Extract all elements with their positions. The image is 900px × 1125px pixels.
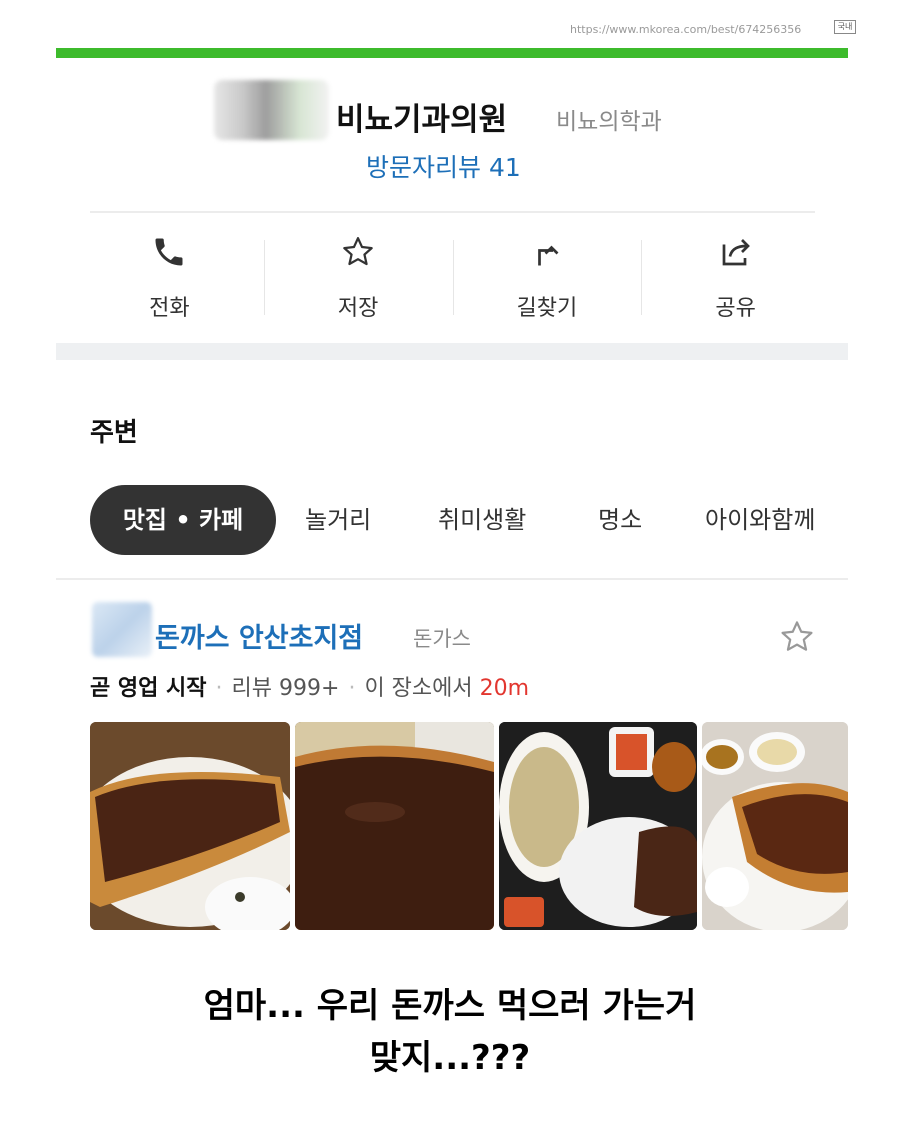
distance-value: 20m [479, 676, 530, 701]
star-icon [340, 234, 376, 274]
divider [56, 578, 848, 580]
directions-button[interactable]: 길찾기 [452, 222, 642, 332]
separator-dot: · [215, 676, 223, 701]
save-button[interactable]: 저장 [263, 222, 453, 332]
call-button[interactable]: 전화 [75, 222, 264, 332]
result-place-name[interactable]: 돈까스 안산초지점 [155, 616, 363, 655]
browser-url-bar[interactable]: https://www.mkorea.com/best/674256356 국내 [570, 18, 860, 36]
caption-line-1: 엄마... 우리 돈까스 먹으러 가는거 [203, 986, 697, 1026]
action-bar: 전화 저장 길찾기 공유 [75, 222, 830, 332]
review-count: 리뷰 999+ [231, 676, 340, 701]
chip-attractions[interactable]: 명소 [598, 485, 642, 555]
result-category: 돈가스 [413, 627, 471, 651]
extension-badge[interactable]: 국내 [834, 20, 856, 34]
nearby-title: 주변 [90, 418, 138, 448]
visitor-review-link[interactable]: 방문자리뷰 41 [366, 148, 521, 184]
photo-strip [90, 722, 848, 930]
url-text: https://www.mkorea.com/best/674256356 [570, 23, 802, 36]
food-photo[interactable] [499, 722, 697, 930]
share-button[interactable]: 공유 [641, 222, 830, 332]
food-photo[interactable] [90, 722, 290, 930]
place-header: 비뇨기과의원 비뇨의학과 방문자리뷰 41 [56, 58, 848, 208]
blurred-thumbnail [92, 602, 152, 657]
distance-label: 이 장소에서 [364, 676, 473, 701]
food-photo[interactable] [702, 722, 848, 930]
business-status: 곧 영업 시작 [90, 676, 207, 701]
top-accent-bar [56, 48, 848, 58]
place-title: 비뇨기과의원 [336, 102, 508, 138]
chip-entertainment[interactable]: 놀거리 [305, 485, 371, 555]
share-label: 공유 [715, 296, 756, 321]
directions-label: 길찾기 [516, 296, 578, 321]
blurred-logo [214, 80, 329, 140]
share-icon [718, 234, 754, 274]
section-separator [56, 343, 848, 360]
call-label: 전화 [149, 296, 190, 321]
food-photo[interactable] [295, 722, 494, 930]
meme-caption: 엄마... 우리 돈까스 먹으러 가는거 맞지...??? [0, 980, 900, 1084]
save-label: 저장 [337, 296, 379, 321]
star-icon[interactable] [778, 618, 816, 656]
chip-hobby[interactable]: 취미생활 [438, 485, 526, 555]
caption-line-2: 맞지...??? [369, 1038, 531, 1078]
directions-icon [529, 234, 565, 274]
divider [90, 211, 815, 213]
separator-dot: · [348, 676, 356, 701]
chip-with-kids[interactable]: 아이와함께 [705, 485, 815, 555]
place-category: 비뇨의학과 [556, 109, 662, 135]
category-chips: 맛집 • 카페 놀거리 취미생활 명소 아이와함께 [90, 485, 848, 555]
phone-icon [151, 234, 187, 274]
chip-food-cafe[interactable]: 맛집 • 카페 [90, 485, 276, 555]
result-meta: 곧 영업 시작 · 리뷰 999+ · 이 장소에서 20m [90, 670, 529, 702]
